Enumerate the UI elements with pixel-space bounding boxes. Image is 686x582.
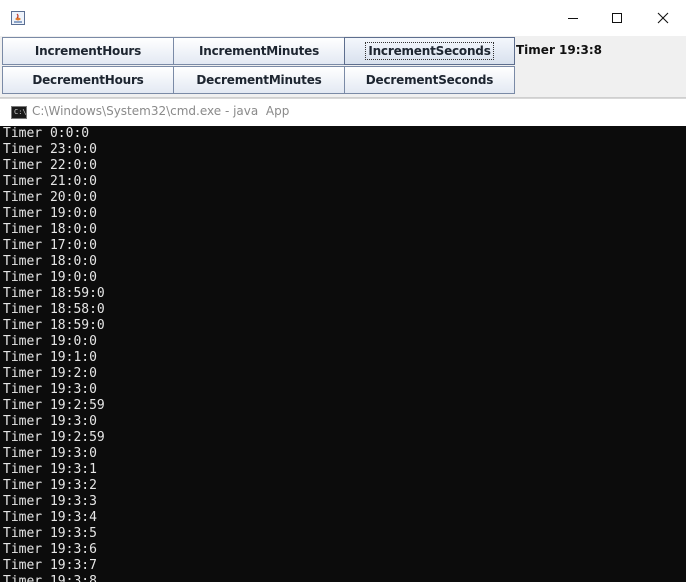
console-line: Timer 20:0:0	[3, 190, 97, 205]
maximize-button[interactable]	[594, 0, 640, 36]
console-line: Timer 18:59:0	[3, 286, 105, 301]
increment-minutes-button[interactable]: IncrementMinutes	[173, 37, 345, 65]
console-output[interactable]: Timer 0:0:0 Timer 23:0:0 Timer 22:0:0 Timer…	[0, 126, 686, 582]
close-button[interactable]	[640, 0, 686, 36]
decrement-minutes-label: DecrementMinutes	[196, 73, 322, 87]
console-line: Timer 19:3:3	[3, 494, 97, 509]
console-line: Timer 17:0:0	[3, 238, 97, 253]
cmd-icon-text: C:\	[14, 108, 27, 116]
console-line: Timer 19:0:0	[3, 270, 97, 285]
console-line: Timer 19:2:59	[3, 430, 105, 445]
console-line: Timer 19:3:0	[3, 446, 97, 461]
console-line: Timer 19:3:5	[3, 526, 97, 541]
increment-hours-label: IncrementHours	[34, 44, 142, 58]
console-line: Timer 19:2:59	[3, 398, 105, 413]
window-titlebar[interactable]	[0, 0, 686, 36]
java-app-icon	[11, 11, 25, 25]
console-line: Timer 0:0:0	[3, 126, 90, 141]
console-line: Timer 18:58:0	[3, 302, 105, 317]
console-title: C:\Windows\System32\cmd.exe - java App	[32, 104, 290, 118]
increment-minutes-label: IncrementMinutes	[198, 44, 320, 58]
increment-seconds-button[interactable]: IncrementSeconds	[344, 37, 515, 65]
decrement-seconds-label: DecrementSeconds	[365, 73, 494, 87]
console-line: Timer 18:59:0	[3, 318, 105, 333]
decrement-seconds-button[interactable]: DecrementSeconds	[344, 66, 515, 94]
console-titlebar[interactable]: C:\ C:\Windows\System32\cmd.exe - java A…	[0, 98, 686, 127]
close-icon	[657, 12, 669, 24]
console-line: Timer 18:0:0	[3, 254, 97, 269]
console-line: Timer 19:3:2	[3, 478, 97, 493]
console-line: Timer 21:0:0	[3, 174, 97, 189]
increment-hours-button[interactable]: IncrementHours	[2, 37, 174, 65]
maximize-icon	[612, 13, 622, 23]
console-line: Timer 19:3:8	[3, 574, 97, 582]
minimize-icon	[568, 18, 578, 19]
decrement-hours-label: DecrementHours	[32, 73, 144, 87]
increment-seconds-label: IncrementSeconds	[365, 42, 494, 60]
console-line: Timer 19:0:0	[3, 206, 97, 221]
console-line: Timer 23:0:0	[3, 142, 97, 157]
console-line: Timer 19:3:0	[3, 382, 97, 397]
console-line: Timer 19:0:0	[3, 334, 97, 349]
console-line: Timer 18:0:0	[3, 222, 97, 237]
console-line: Timer 19:1:0	[3, 350, 97, 365]
minimize-button[interactable]	[550, 0, 596, 36]
console-line: Timer 19:3:7	[3, 558, 97, 573]
console-line: Timer 19:2:0	[3, 366, 97, 381]
cmd-icon: C:\	[11, 106, 27, 119]
console-line: Timer 22:0:0	[3, 158, 97, 173]
console-line: Timer 19:3:6	[3, 542, 97, 557]
timer-label: Timer 19:3:8	[516, 43, 603, 57]
decrement-minutes-button[interactable]: DecrementMinutes	[173, 66, 345, 94]
console-line: Timer 19:3:1	[3, 462, 97, 477]
java-app-window: IncrementHours IncrementMinutes Incremen…	[0, 0, 686, 98]
console-line: Timer 19:3:4	[3, 510, 97, 525]
console-line: Timer 19:3:0	[3, 414, 97, 429]
decrement-hours-button[interactable]: DecrementHours	[2, 66, 174, 94]
